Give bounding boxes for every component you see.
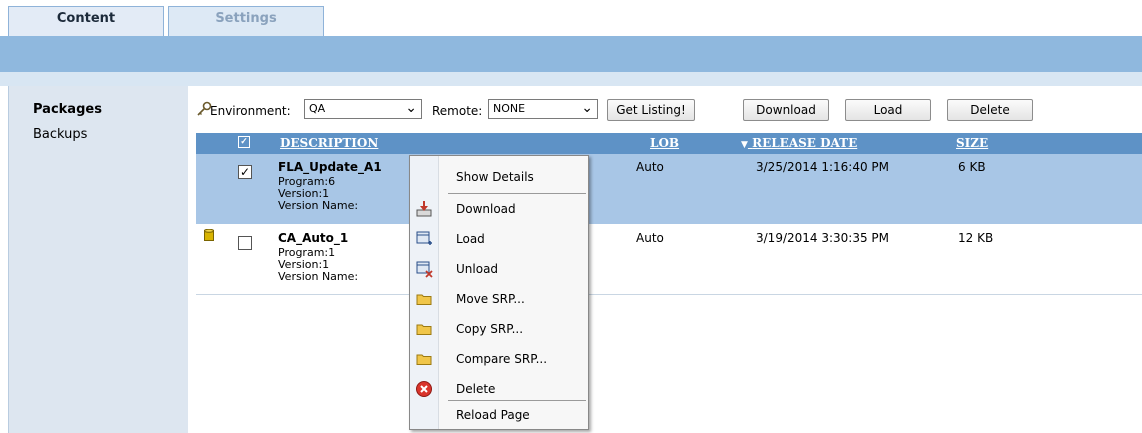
menu-separator bbox=[448, 193, 586, 194]
menu-item-label: Move SRP... bbox=[456, 292, 525, 306]
table-header: ✓ DESCRIPTION LOB ▼ RELEASE DATE SIZE bbox=[196, 133, 1142, 154]
tab-settings[interactable]: Settings bbox=[168, 6, 324, 37]
table-row[interactable]: ✓ FLA_Update_A1 Program:6 Version:1 Vers… bbox=[196, 154, 1142, 224]
environment-select[interactable]: QA ⌄ bbox=[304, 99, 422, 119]
menu-item-label: Copy SRP... bbox=[456, 322, 524, 336]
menu-item-delete[interactable]: Delete bbox=[410, 376, 588, 402]
remote-select-value: NONE bbox=[493, 102, 526, 115]
package-title: CA_Auto_1 bbox=[278, 231, 349, 245]
remote-label: Remote: bbox=[432, 104, 483, 118]
sidebar-item-backups[interactable]: Backups bbox=[33, 127, 87, 142]
download-icon bbox=[416, 201, 432, 217]
get-listing-button[interactable]: Get Listing! bbox=[607, 99, 695, 121]
menu-item-label: Reload Page bbox=[456, 408, 530, 422]
header-sub-banner bbox=[0, 72, 1142, 86]
menu-item-label: Download bbox=[456, 202, 516, 216]
row-checkbox[interactable]: ✓ bbox=[238, 165, 252, 179]
package-version-name: Version Name: bbox=[278, 199, 359, 212]
sidebar-item-packages[interactable]: Packages bbox=[33, 102, 102, 117]
column-header-lob[interactable]: LOB bbox=[650, 136, 679, 150]
unload-icon bbox=[416, 261, 433, 278]
sort-desc-icon: ▼ bbox=[741, 140, 748, 150]
menu-item-show-details[interactable]: Show Details bbox=[410, 164, 588, 190]
row-checkbox[interactable] bbox=[238, 236, 252, 250]
load-button[interactable]: Load bbox=[845, 99, 931, 121]
column-header-release-date-label: RELEASE DATE bbox=[752, 136, 858, 150]
package-lob: Auto bbox=[636, 160, 664, 174]
delete-icon bbox=[416, 381, 432, 397]
folder-icon bbox=[416, 354, 432, 365]
package-version-name: Version Name: bbox=[278, 270, 359, 283]
menu-item-download[interactable]: Download bbox=[410, 196, 588, 222]
toolbar: Environment: QA ⌄ Remote: NONE ⌄ Get Lis… bbox=[196, 98, 1142, 122]
chevron-down-icon: ⌄ bbox=[581, 100, 593, 116]
download-button[interactable]: Download bbox=[743, 99, 829, 121]
menu-item-copy-srp[interactable]: Copy SRP... bbox=[410, 316, 588, 342]
menu-item-compare-srp[interactable]: Compare SRP... bbox=[410, 346, 588, 372]
context-menu: Show Details Download Load Unload Move S… bbox=[409, 155, 589, 430]
package-size: 6 KB bbox=[958, 160, 986, 174]
menu-item-label: Compare SRP... bbox=[456, 352, 548, 366]
menu-item-label: Delete bbox=[456, 382, 496, 396]
menu-item-load[interactable]: Load bbox=[410, 226, 588, 252]
menu-item-move-srp[interactable]: Move SRP... bbox=[410, 286, 588, 312]
header-banner bbox=[0, 36, 1142, 72]
package-size: 12 KB bbox=[958, 231, 994, 245]
menu-item-unload[interactable]: Unload bbox=[410, 256, 588, 282]
sidebar: Packages Backups bbox=[8, 86, 188, 433]
database-icon bbox=[204, 229, 214, 241]
column-header-description[interactable]: DESCRIPTION bbox=[280, 136, 378, 150]
menu-item-label: Load bbox=[456, 232, 485, 246]
load-icon bbox=[416, 231, 432, 245]
environment-label: Environment: bbox=[210, 104, 291, 118]
tab-content[interactable]: Content bbox=[8, 6, 164, 37]
package-release-date: 3/19/2014 3:30:35 PM bbox=[756, 231, 890, 245]
package-title: FLA_Update_A1 bbox=[278, 160, 382, 174]
tab-bar: Content Settings bbox=[0, 0, 1142, 37]
menu-separator bbox=[448, 400, 586, 401]
menu-item-label: Show Details bbox=[456, 170, 534, 184]
folder-icon bbox=[416, 294, 432, 305]
delete-button[interactable]: Delete bbox=[947, 99, 1033, 121]
app-page: Content Settings Packages Backups Enviro… bbox=[0, 0, 1142, 433]
column-header-release-date[interactable]: ▼ RELEASE DATE bbox=[741, 136, 857, 150]
package-release-date: 3/25/2014 1:16:40 PM bbox=[756, 160, 890, 174]
chevron-down-icon: ⌄ bbox=[405, 100, 417, 116]
table-row[interactable]: CA_Auto_1 Program:1 Version:1 Version Na… bbox=[196, 225, 1142, 295]
remote-select[interactable]: NONE ⌄ bbox=[488, 99, 598, 119]
folder-icon bbox=[416, 324, 432, 335]
select-all-checkbox[interactable]: ✓ bbox=[238, 136, 250, 148]
column-header-size[interactable]: SIZE bbox=[956, 136, 988, 150]
environment-select-value: QA bbox=[309, 102, 326, 115]
menu-item-label: Unload bbox=[456, 262, 499, 276]
menu-item-reload-page[interactable]: Reload Page bbox=[410, 402, 588, 428]
package-lob: Auto bbox=[636, 231, 664, 245]
